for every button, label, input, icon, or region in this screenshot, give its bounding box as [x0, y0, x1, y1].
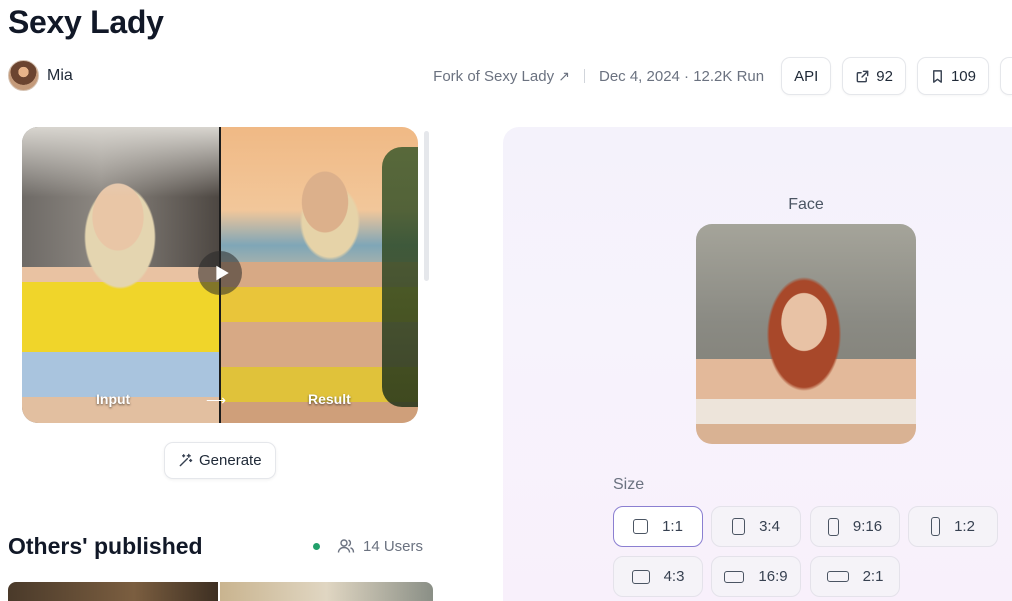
- size-option-label: 2:1: [862, 568, 884, 585]
- others-published-title: Others' published: [8, 533, 203, 559]
- more-button[interactable]: [1000, 57, 1012, 95]
- square-icon: [633, 519, 649, 534]
- size-option-label: 1:2: [954, 518, 975, 535]
- arrow-icon: ⟶: [206, 392, 226, 408]
- size-option-label: 1:1: [662, 518, 683, 535]
- bookmark-count: 109: [950, 67, 976, 85]
- users-icon: [337, 539, 355, 553]
- landscape-icon: [724, 570, 745, 583]
- share-icon: [856, 70, 869, 82]
- status-dot: [313, 542, 320, 550]
- landscape-icon: [631, 569, 650, 584]
- play-button[interactable]: [198, 251, 242, 295]
- magic-wand-icon: [179, 453, 193, 467]
- generate-button[interactable]: Generate: [164, 442, 276, 479]
- users-count: 14 Users: [313, 537, 423, 555]
- size-option-16-9[interactable]: 16:9: [711, 556, 801, 597]
- size-option-2-1[interactable]: 2:1: [810, 556, 900, 597]
- external-link-icon: ↗: [558, 67, 570, 84]
- palm-tree: [382, 147, 418, 407]
- api-label: API: [794, 67, 819, 85]
- author[interactable]: Mia: [8, 60, 73, 91]
- published-thumb[interactable]: [220, 582, 433, 601]
- author-name[interactable]: Mia: [47, 67, 73, 85]
- play-icon: [215, 265, 229, 281]
- face-image[interactable]: [696, 224, 916, 444]
- portrait-icon: [732, 518, 746, 535]
- page-title: Sexy Lady: [8, 4, 164, 40]
- result-label: Result: [308, 391, 351, 407]
- face-label: Face: [788, 196, 824, 213]
- size-option-4-3[interactable]: 4:3: [613, 556, 703, 597]
- size-option-label: 4:3: [663, 568, 685, 585]
- size-label: Size: [613, 476, 645, 493]
- fork-name: Sexy Lady: [484, 67, 555, 85]
- avatar[interactable]: [8, 60, 39, 91]
- header-meta: Fork of Sexy Lady ↗ Dec 4, 2024 · 12.2K …: [433, 56, 1012, 96]
- size-option-9-16[interactable]: 9:16: [810, 506, 900, 547]
- portrait-icon: [827, 517, 839, 536]
- scrollbar[interactable]: [424, 131, 429, 281]
- share-count: 92: [876, 67, 893, 85]
- input-label: Input: [96, 391, 131, 407]
- landscape-icon: [826, 571, 849, 582]
- portrait-icon: [931, 517, 941, 536]
- size-option-1-1[interactable]: 1:1: [613, 506, 703, 547]
- size-option-3-4[interactable]: 3:4: [711, 506, 801, 547]
- result-image: [220, 127, 418, 423]
- size-option-label: 9:16: [852, 518, 883, 535]
- fork-link[interactable]: Fork of Sexy Lady ↗: [433, 68, 570, 85]
- size-option-1-2[interactable]: 1:2: [908, 506, 998, 547]
- api-button[interactable]: API: [781, 57, 832, 95]
- size-option-label: 16:9: [758, 568, 788, 585]
- size-option-label: 3:4: [759, 518, 780, 535]
- input-image: [22, 127, 220, 423]
- published-thumb[interactable]: [8, 582, 218, 601]
- fork-prefix: Fork of: [433, 67, 480, 85]
- divider: [583, 69, 585, 83]
- bookmark-button[interactable]: 109: [916, 57, 989, 95]
- generate-label: Generate: [199, 452, 262, 469]
- users-label: 14 Users: [363, 537, 424, 555]
- share-button[interactable]: 92: [842, 57, 906, 95]
- preview-video[interactable]: Input ⟶ Result: [22, 127, 418, 423]
- published-thumbnails: [8, 582, 433, 601]
- bookmark-icon: [933, 69, 942, 83]
- date-runs: Dec 4, 2024 · 12.2K Run: [598, 67, 765, 85]
